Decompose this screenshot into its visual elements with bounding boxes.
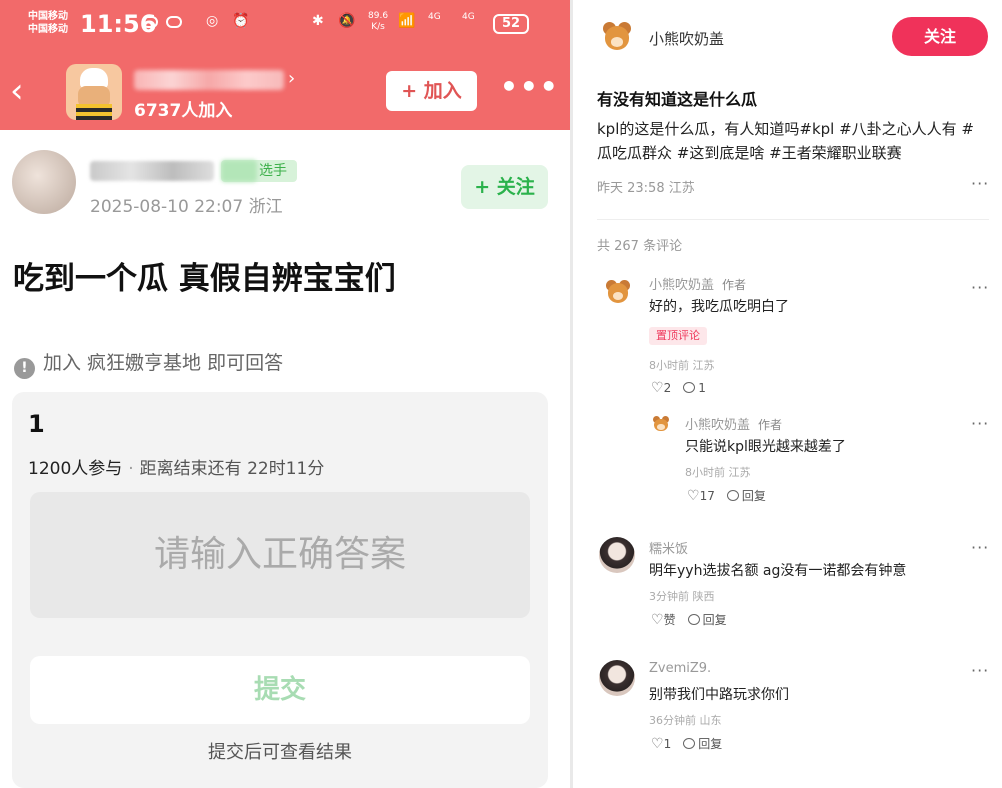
comment-actions: ♡2 1 [651, 380, 706, 396]
user-badge: 选手 [221, 160, 297, 182]
more-icon[interactable]: ··· [971, 414, 989, 433]
commenter-name[interactable]: 小熊吹奶盖 作者 [649, 274, 746, 293]
follow-button[interactable]: + 关注 [461, 165, 548, 209]
right-screenshot: 小熊吹奶盖 关注 有没有知道这是什么瓜 kpl的这是什么瓜，有人知道吗#kpl … [573, 0, 1002, 788]
group-name-blurred[interactable] [134, 70, 284, 90]
mute-icon: 🔕 [338, 13, 356, 29]
status-bar: 中国移动 中国移动 11:56 ◎ ⏰ ✱ 🔕 89.6 K/s 📶 4G 4G … [0, 0, 570, 56]
quiz-card: 1 1200人参与 · 距离结束还有 22时11分 请输入正确答案 提交 提交后可查… [12, 392, 548, 788]
like-count[interactable]: 17 [700, 489, 715, 503]
answer-input[interactable]: 请输入正确答案 [30, 492, 530, 618]
header: 中国移动 中国移动 11:56 ◎ ⏰ ✱ 🔕 89.6 K/s 📶 4G 4G … [0, 0, 570, 130]
exclamation-icon: ! [14, 358, 35, 379]
reply-icon[interactable] [687, 614, 700, 625]
commenter-avatar[interactable] [599, 660, 635, 696]
signal-1-icon: 4G [428, 12, 441, 22]
comment-text: 只能说kpl眼光越来越差了 [685, 439, 846, 455]
commenter-name[interactable]: 小熊吹奶盖 作者 [685, 414, 782, 433]
like-icon[interactable]: ♡ [651, 380, 664, 396]
carrier-labels: 中国移动 中国移动 [28, 10, 68, 36]
reply-button[interactable]: 回复 [742, 489, 766, 503]
carrier-1: 中国移动 [28, 11, 68, 22]
author-tag: 作者 [722, 278, 747, 292]
signal-2-icon: 4G [462, 12, 475, 22]
commenter-avatar[interactable] [603, 278, 633, 308]
post-card: 选手 2025-08-10 22:07 浙江 + 关注 吃到一个瓜 真假自辨宝宝… [0, 130, 570, 788]
post-meta: 昨天 23:58 江苏 [597, 181, 695, 196]
author-name[interactable]: 小熊吹奶盖 [649, 28, 724, 49]
left-screenshot: 中国移动 中国移动 11:56 ◎ ⏰ ✱ 🔕 89.6 K/s 📶 4G 4G … [0, 0, 570, 788]
wifi-icon: 📶 [398, 13, 416, 29]
more-icon[interactable]: ··· [971, 538, 989, 557]
comment-meta: 36分钟前 山东 [649, 714, 722, 727]
pig-icon [166, 16, 182, 28]
reply-icon[interactable] [726, 490, 739, 501]
group-avatar[interactable] [66, 64, 122, 120]
reply-button[interactable]: 回复 [703, 613, 727, 627]
like-count[interactable]: 1 [664, 737, 672, 751]
comment-meta: 8小时前 江苏 [649, 359, 715, 372]
comment-actions: ♡1 回复 [651, 735, 722, 752]
more-icon[interactable]: ··· [971, 661, 989, 680]
nfc-icon: ◎ [206, 13, 219, 29]
net-speed: 89.6 K/s [368, 11, 389, 32]
battery-icon: 52 [493, 14, 529, 34]
more-icon[interactable]: ••• [500, 70, 560, 103]
like-icon[interactable]: ♡ [651, 736, 664, 752]
comment-text: 好的，我吃瓜吃明白了 [649, 299, 789, 315]
user-avatar[interactable] [12, 150, 76, 214]
more-icon[interactable]: ··· [971, 278, 989, 297]
follow-button[interactable]: 关注 [892, 17, 988, 56]
like-button[interactable]: 赞 [664, 613, 676, 627]
like-count[interactable]: 2 [664, 381, 672, 395]
submit-button[interactable]: 提交 [30, 656, 530, 724]
quiz-info: 1200人参与 · 距离结束还有 22时11分 [28, 459, 325, 479]
chevron-right-icon[interactable]: › [288, 68, 295, 89]
reply-icon[interactable] [683, 382, 696, 393]
author-tag: 作者 [758, 418, 783, 432]
carrier-2: 中国移动 [28, 24, 68, 35]
join-group-button[interactable]: + 加入 [386, 71, 477, 111]
alarm-icon: ⏰ [232, 13, 250, 29]
commenter-name[interactable]: 糯米饭 [649, 538, 688, 557]
quiz-number: 1 [28, 410, 45, 438]
member-count: 6737人加入 [134, 101, 233, 121]
comment-meta: 3分钟前 陕西 [649, 590, 715, 603]
comment-text: 明年yyh选拔名额 ag没有一诺都会有钟意 [649, 563, 907, 579]
comment-meta: 8小时前 江苏 [685, 466, 751, 479]
author-avatar[interactable] [599, 20, 635, 56]
commenter-name[interactable]: ZvemiZ9. [649, 661, 711, 676]
comment-text: 别带我们中路玩求你们 [649, 687, 789, 703]
divider [597, 219, 989, 220]
comment-actions: ♡17 回复 [687, 487, 766, 504]
like-icon[interactable]: ♡ [687, 488, 700, 504]
pig-icon [142, 16, 158, 28]
reply-icon[interactable] [683, 738, 696, 749]
comment-count: 共 267 条评论 [597, 239, 683, 254]
post-body: kpl的这是什么瓜，有人知道吗#kpl #八卦之心人人有 #瓜吃瓜群众 #这到底… [597, 120, 974, 162]
reply-count[interactable]: 1 [698, 381, 706, 395]
pinned-badge: 置顶评论 [649, 327, 707, 345]
reply-button[interactable]: 回复 [698, 737, 722, 751]
like-icon[interactable]: ♡ [651, 612, 664, 628]
username-blurred[interactable] [90, 161, 214, 181]
back-icon[interactable]: ‹ [10, 74, 24, 108]
submit-hint: 提交后可查看结果 [208, 742, 352, 763]
group-nav: ‹ › 6737人加入 + 加入 ••• [0, 56, 570, 130]
post-title: 有没有知道这是什么瓜 [597, 90, 758, 109]
comment-actions: ♡赞 回复 [651, 611, 727, 628]
join-notice: ! 加入 疯狂嫐亨基地 即可回答 [14, 348, 283, 379]
commenter-avatar[interactable] [599, 537, 635, 573]
bluetooth-icon: ✱ [312, 13, 324, 29]
commenter-avatar[interactable] [651, 415, 671, 435]
more-icon[interactable]: ··· [971, 174, 989, 193]
post-title: 吃到一个瓜 真假自辨宝宝们 [13, 261, 396, 297]
post-meta: 2025-08-10 22:07 浙江 [90, 197, 283, 217]
